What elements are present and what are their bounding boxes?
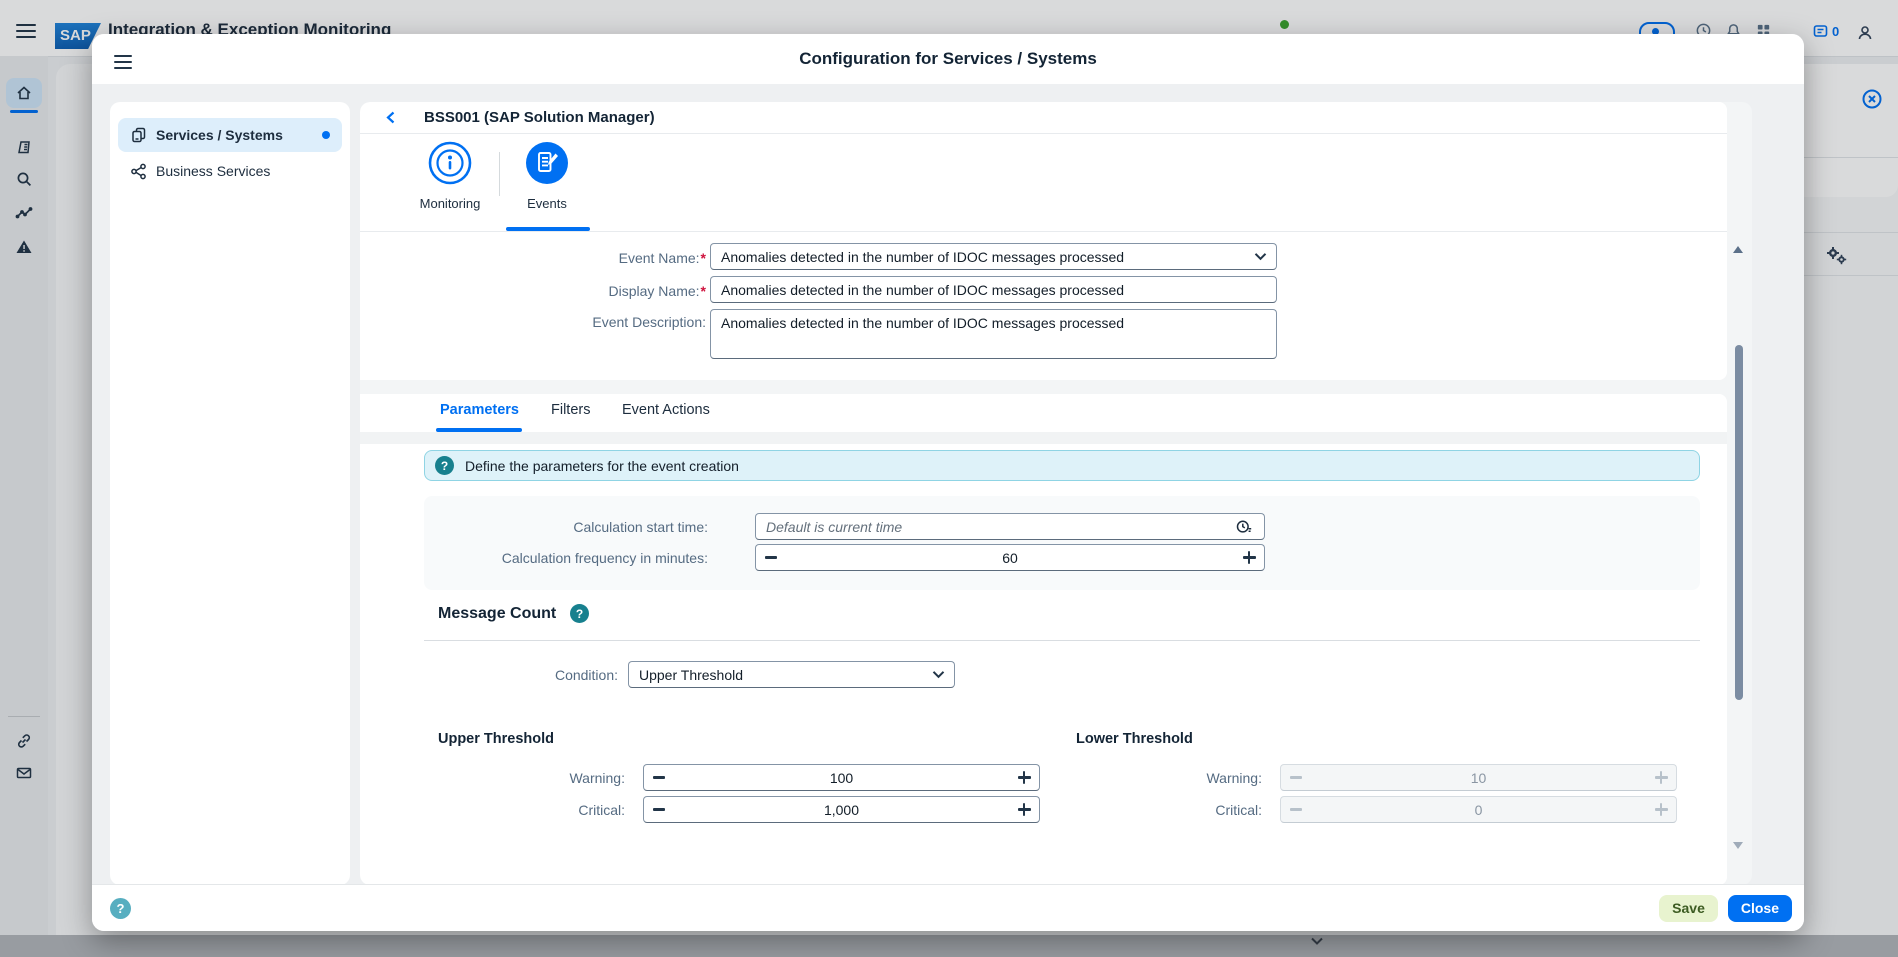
increase-button [1646,765,1676,790]
increase-button[interactable] [1009,797,1039,822]
increase-button[interactable] [1009,765,1039,790]
scrollbar-up-arrow[interactable] [1733,246,1743,253]
display-name-input[interactable] [710,276,1277,303]
required-asterisk: * [701,250,706,266]
event-description-textarea[interactable]: Anomalies detected in the number of IDOC… [710,309,1277,359]
chevron-down-icon [932,670,945,679]
nav-item-label: Business Services [156,163,270,179]
lower-warning-value [1311,769,1646,787]
dialog-title: Configuration for Services / Systems [92,49,1804,69]
lower-warning-label: Warning: [1062,770,1262,786]
save-button[interactable]: Save [1659,895,1718,922]
info-message-strip: ? Define the parameters for the event cr… [424,450,1700,481]
header-divider [360,133,1727,134]
lower-critical-stepper [1280,796,1677,823]
condition-select[interactable]: Upper Threshold [628,661,955,688]
icon-tab-separator [499,152,500,196]
calc-start-time-input[interactable] [755,513,1265,540]
message-count-title: Message Count [438,605,556,623]
lower-threshold-title: Lower Threshold [1076,731,1193,747]
calc-frequency-label: Calculation frequency in minutes: [440,550,708,566]
message-count-help-icon[interactable]: ? [570,604,589,623]
nav-item-business-services[interactable]: Business Services [118,154,342,188]
decrease-button [1281,765,1311,790]
section-divider [424,640,1700,641]
decrease-button [1281,797,1311,822]
page-title: BSS001 (SAP Solution Manager) [424,109,655,126]
close-button[interactable]: Close [1728,895,1792,922]
nav-item-services-systems[interactable]: Services / Systems [118,118,342,152]
calc-frequency-stepper [755,544,1265,571]
event-header-section: BSS001 (SAP Solution Manager) Monitoring… [360,102,1727,380]
time-picker-icon[interactable] [1235,518,1253,536]
back-button[interactable] [384,110,398,130]
calculation-panel [424,496,1700,590]
help-circle-icon: ? [435,456,454,475]
decrease-button[interactable] [644,797,674,822]
configuration-dialog: Configuration for Services / Systems Ser… [92,34,1804,931]
upper-warning-stepper [643,764,1040,791]
icon-tab-label: Events [501,196,593,211]
tab-events[interactable]: Events [501,140,593,211]
tab-event-actions[interactable]: Event Actions [622,402,710,418]
info-message-text: Define the parameters for the event crea… [465,458,739,474]
footer-help-button[interactable]: ? [110,898,131,919]
event-name-select[interactable]: Anomalies detected in the number of IDOC… [710,243,1277,270]
nav-item-label: Services / Systems [156,127,283,143]
lower-warning-stepper [1280,764,1677,791]
display-name-label: Display Name:* [460,283,706,299]
icon-tab-label: Monitoring [404,196,496,211]
upper-critical-value[interactable] [674,801,1009,819]
calc-start-time-label: Calculation start time: [440,519,708,535]
event-name-value: Anomalies detected in the number of IDOC… [711,249,1254,265]
tab-strip-divider [360,432,1727,444]
event-name-label: Event Name:* [460,250,706,266]
upper-warning-value[interactable] [674,769,1009,787]
lower-critical-label: Critical: [1062,802,1262,818]
events-document-icon [524,173,570,190]
required-asterisk: * [701,283,706,299]
dialog-header: Configuration for Services / Systems [92,34,1804,84]
calc-frequency-value[interactable] [786,549,1234,567]
scrollbar-down-arrow[interactable] [1733,842,1743,849]
upper-critical-stepper [643,796,1040,823]
selection-dot [322,131,330,139]
tab-filters[interactable]: Filters [551,402,590,418]
tab-parameters[interactable]: Parameters [440,402,519,418]
dialog-footer: ? Save Close [92,884,1804,931]
increase-button [1646,797,1676,822]
scrollbar-thumb[interactable] [1735,345,1743,700]
share-icon [130,162,148,180]
upper-warning-label: Warning: [425,770,625,786]
systems-icon [130,126,148,144]
screen: SAP Integration & Exception Monitoring 0 [0,0,1898,957]
tab-monitoring[interactable]: Monitoring [404,140,496,211]
lower-critical-value [1311,801,1646,819]
dialog-nav-panel: Services / Systems Business Services [110,102,350,885]
decrease-button[interactable] [756,545,786,570]
condition-label: Condition: [418,667,618,683]
condition-value: Upper Threshold [629,667,932,683]
increase-button[interactable] [1234,545,1264,570]
event-detail-section: Parameters Filters Event Actions ? Defin… [360,394,1727,885]
dialog-main-panel: BSS001 (SAP Solution Manager) Monitoring… [360,102,1752,885]
event-description-label: Event Description: [460,314,706,330]
upper-threshold-title: Upper Threshold [438,731,554,747]
chevron-down-icon [1254,252,1267,261]
monitoring-info-icon [427,173,473,190]
upper-critical-label: Critical: [425,802,625,818]
decrease-button[interactable] [644,765,674,790]
icon-tab-divider [360,231,1727,232]
